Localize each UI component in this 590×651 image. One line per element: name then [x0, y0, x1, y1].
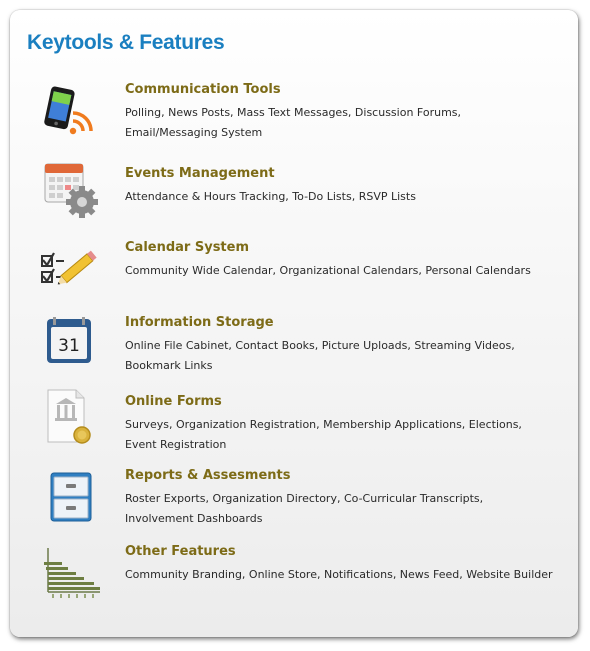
feature-description: Surveys, Organization Registration, Memb…: [125, 418, 522, 451]
feature-title: Reports & Assesments: [125, 468, 291, 483]
feature-description: Attendance & Hours Tracking, To-Do Lists…: [125, 190, 416, 203]
feature-description: Community Branding, Online Store, Notifi…: [125, 568, 553, 581]
feature-description: Polling, News Posts, Mass Text Messages,…: [125, 106, 462, 139]
panel-title: Keytools & Features: [27, 31, 225, 54]
feature-online-forms: Online Forms Surveys, Organization Regis…: [10, 389, 578, 464]
feature-events-management: Events Management Attendance & Hours Tra…: [10, 163, 578, 236]
feature-calendar-system: Calendar System Community Wide Calendar,…: [10, 240, 578, 310]
file-cabinet-icon: [38, 468, 102, 528]
checklist-pencil-icon: [38, 238, 102, 298]
feature-reports-assesments: Reports & Assesments Roster Exports, Org…: [10, 468, 578, 538]
feature-description: Roster Exports, Organization Directory, …: [125, 492, 484, 525]
feature-title: Events Management: [125, 166, 275, 181]
feature-title: Online Forms: [125, 394, 222, 409]
calendar-gear-icon: [38, 160, 102, 220]
feature-title: Communication Tools: [125, 82, 281, 97]
feature-title: Other Features: [125, 544, 236, 559]
feature-communication-tools: Communication Tools Polling, News Posts,…: [10, 82, 578, 152]
phone-rss-icon: [38, 82, 102, 142]
feature-title: Calendar System: [125, 240, 250, 255]
calendar-31-icon: 31: [38, 315, 102, 375]
calendar-day-number: 31: [58, 336, 80, 356]
feature-information-storage: 31 Information Storage Online File Cabin…: [10, 315, 578, 385]
bar-chart-icon: [38, 542, 102, 602]
keytools-panel: Keytools & Features Communication Tools …: [10, 10, 578, 637]
certificate-icon: [38, 388, 102, 448]
feature-description: Online File Cabinet, Contact Books, Pict…: [125, 339, 515, 372]
feature-other-features: Other Features Community Branding, Onlin…: [10, 544, 578, 614]
feature-title: Information Storage: [125, 315, 274, 330]
feature-description: Community Wide Calendar, Organizational …: [125, 264, 531, 277]
